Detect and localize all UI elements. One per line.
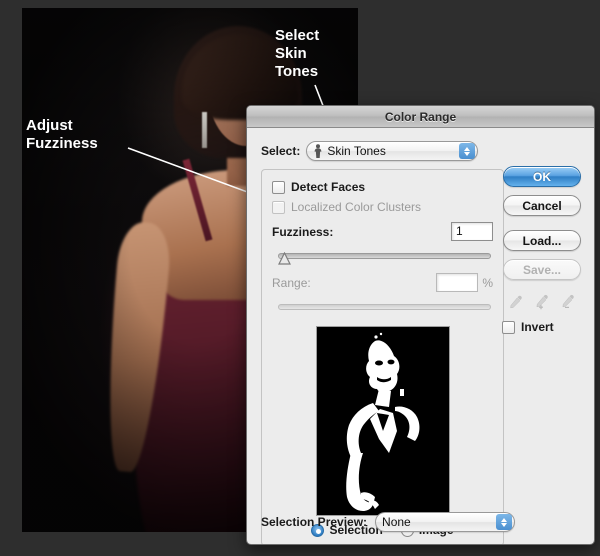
color-range-dialog: Color Range Select: Skin Tones Detect Fa… [246, 105, 595, 545]
person-icon [314, 144, 322, 158]
range-unit: % [482, 275, 493, 290]
select-dropdown[interactable]: Skin Tones [306, 141, 479, 161]
fuzziness-slider[interactable] [278, 249, 491, 265]
range-slider-track [278, 304, 491, 310]
checkbox-localized-color-clusters: Localized Color Clusters [272, 200, 493, 214]
cancel-button[interactable]: Cancel [503, 195, 581, 216]
selection-preview-dropdown[interactable]: None [375, 512, 516, 532]
dialog-body: Select: Skin Tones Detect Faces Localize… [247, 128, 594, 544]
selection-preview-stepper-icon[interactable] [496, 514, 513, 530]
selection-mask [316, 327, 449, 515]
checkbox-detect-faces[interactable]: Detect Faces [272, 180, 493, 194]
checkbox-localized-color-clusters-box [272, 200, 285, 214]
eyedropper-add-icon [536, 295, 548, 310]
range-row: Range: % [272, 273, 493, 292]
dialog-title: Color Range [384, 109, 457, 124]
selection-preview-label: Selection Preview: [261, 515, 368, 529]
fuzziness-slider-track[interactable] [278, 253, 491, 259]
eyedropper-subtract-icon [562, 295, 574, 308]
select-row: Select: Skin Tones [261, 141, 584, 161]
fuzziness-row: Fuzziness: 1 [272, 222, 493, 241]
checkbox-detect-faces-box[interactable] [272, 180, 285, 194]
eyedropper-group [508, 294, 576, 310]
select-label: Select: [261, 144, 301, 158]
annotation-skin-line1: Select [275, 27, 320, 44]
fuzziness-input[interactable]: 1 [451, 222, 493, 241]
checkbox-invert-box[interactable] [502, 320, 515, 334]
fuzziness-label: Fuzziness: [272, 224, 334, 239]
checkbox-localized-color-clusters-label: Localized Color Clusters [291, 200, 422, 214]
annotation-adjust-fuzziness: Adjust Fuzziness [26, 117, 98, 153]
annotation-skin-line3: Tones [275, 63, 319, 80]
eyedropper-icon [510, 295, 522, 309]
checkbox-invert[interactable]: Invert [502, 320, 554, 334]
dialog-titlebar[interactable]: Color Range [247, 106, 594, 128]
screen: Adjust Fuzziness Select Skin Tones Color… [0, 0, 600, 556]
selection-preview-row: Selection Preview: None [261, 512, 516, 532]
selection-options-group: Detect Faces Localized Color Clusters Fu… [261, 169, 504, 544]
load-button[interactable]: Load... [503, 230, 581, 251]
range-input [436, 273, 479, 292]
selection-preview-value: None [382, 515, 411, 529]
select-value: Skin Tones [327, 144, 386, 158]
annotation-adjust-line2: Fuzziness [26, 135, 98, 152]
preview-thumbnail-wrap [272, 326, 493, 516]
ok-button[interactable]: OK [503, 166, 581, 187]
range-label: Range: [272, 275, 311, 290]
checkbox-invert-label: Invert [521, 320, 554, 334]
checkbox-detect-faces-label: Detect Faces [291, 180, 366, 194]
fuzziness-slider-thumb[interactable] [278, 252, 291, 265]
select-stepper-icon[interactable] [459, 143, 476, 159]
annotation-skin-line2: Skin [275, 45, 307, 62]
range-slider [278, 300, 491, 316]
annotation-adjust-line1: Adjust [26, 117, 73, 134]
dialog-button-column: OK Cancel Load... Save... Invert [500, 166, 584, 334]
save-button: Save... [503, 259, 581, 280]
selection-preview-thumbnail[interactable] [315, 326, 450, 516]
annotation-select-skin-tones: Select Skin Tones [275, 27, 319, 81]
